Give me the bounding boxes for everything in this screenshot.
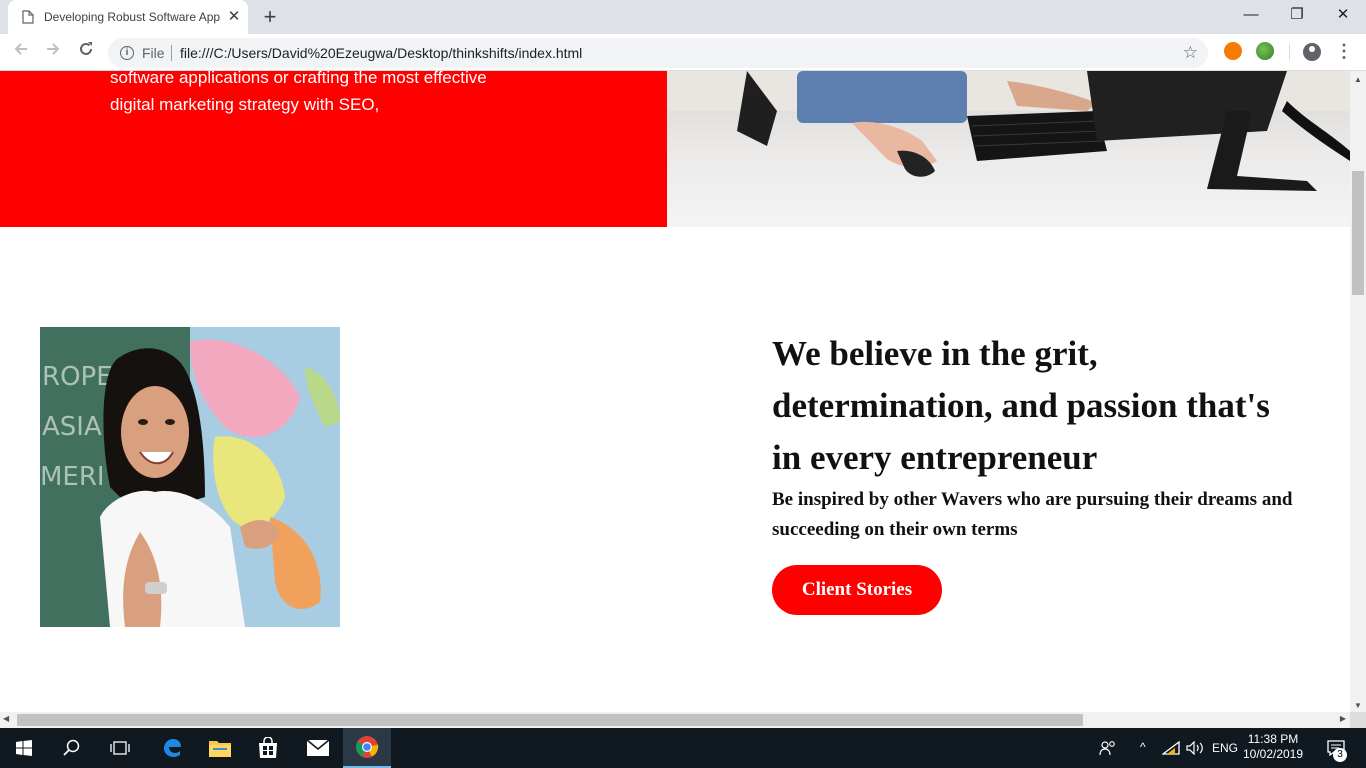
windows-icon [16,740,32,756]
clock[interactable]: 11:38 PM 10/02/2019 [1240,732,1306,762]
reload-icon [80,42,92,55]
notification-count-badge: 3 [1333,748,1347,762]
scroll-down-icon[interactable]: ▼ [1350,701,1366,710]
headline-line: in every entrepreneur [772,438,1098,477]
profile-icon[interactable] [1303,43,1321,61]
scroll-left-icon[interactable]: ◀ [3,714,9,723]
document-icon [22,10,34,24]
teacher-photo: ROPE ASIA MERI [40,327,340,627]
headline-line: determination, and passion that's [772,386,1270,425]
network-button[interactable] [1158,728,1184,768]
scheme-label: File [142,45,165,61]
page-viewport: software applications or crafting the mo… [0,71,1350,712]
hero-text: software applications or crafting the mo… [110,71,580,118]
map-label: ASIA [42,412,102,442]
search-icon [63,739,80,756]
edge-icon [164,739,181,757]
close-window-button[interactable]: ✕ [1320,0,1366,30]
horizontal-scrollbar[interactable]: ◀ ▶ [0,712,1350,728]
wifi-icon [1162,741,1180,755]
people-icon [1099,741,1115,756]
hero-panel: software applications or crafting the mo… [0,71,667,227]
screen: Developing Robust Software App ✕ + — ❐ ✕… [0,0,1366,768]
tab-strip: Developing Robust Software App ✕ + — ❐ ✕ [0,0,1366,34]
map-label: MERI [40,462,105,492]
minimize-button[interactable]: — [1228,0,1274,30]
map-label: ROPE [42,362,113,392]
info-icon[interactable]: i [120,46,134,60]
language-indicator[interactable]: ENG [1212,741,1238,755]
search-button[interactable] [48,728,96,768]
back-arrow-icon [14,43,27,55]
chrome-icon [356,736,379,758]
horizontal-scroll-thumb[interactable] [17,714,1083,726]
section-subhead: Be inspired by other Wavers who are purs… [772,489,1293,540]
office-photo [667,71,1350,227]
browser-toolbar: i File file:///C:/Users/David%20Ezeugwa/… [0,34,1366,71]
store-button[interactable] [244,728,292,768]
toolbar-divider [1289,44,1290,60]
store-icon [259,737,277,758]
volume-button[interactable] [1182,728,1208,768]
taskbar: ^ ENG 11:38 PM 10/02/2019 [0,728,1366,768]
chrome-button[interactable] [343,728,391,768]
hero-line: digital marketing strategy with SEO, [110,95,380,114]
clock-time: 11:38 PM [1247,732,1299,746]
mail-icon [306,739,330,756]
new-tab-button[interactable]: + [260,6,280,28]
extension-globe-icon[interactable] [1256,42,1274,60]
tab-close-icon[interactable]: ✕ [226,9,242,25]
reload-button[interactable] [73,40,99,66]
speaker-icon [1186,741,1203,755]
scroll-up-icon[interactable]: ▲ [1350,75,1366,84]
client-stories-button[interactable]: Client Stories [772,565,942,615]
section-headline: We believe in the grit, determination, a… [772,328,1332,484]
address-bar[interactable]: i File file:///C:/Users/David%20Ezeugwa/… [108,38,1208,68]
people-button[interactable] [1088,728,1128,768]
file-explorer-icon [209,741,231,757]
vertical-scrollbar[interactable]: ▲ ▼ [1350,71,1366,712]
headline-line: We believe in the grit, [772,334,1098,373]
task-view-button[interactable] [96,728,144,768]
kebab-menu-icon[interactable]: ⋮ [1335,40,1353,62]
file-explorer-button[interactable] [196,728,244,768]
forward-arrow-icon [47,43,60,55]
start-button[interactable] [0,728,48,768]
teacher-illustration: ROPE ASIA MERI [40,327,340,627]
laptop-illustration [667,71,1350,191]
browser-tab[interactable]: Developing Robust Software App ✕ [8,0,248,34]
mail-button[interactable] [294,728,342,768]
vertical-scroll-thumb[interactable] [1352,171,1364,295]
bookmark-star-icon[interactable]: ☆ [1183,43,1198,63]
scrollbar-corner [1350,712,1366,728]
extension-icon[interactable] [1224,42,1242,60]
clock-date: 10/02/2019 [1242,747,1304,761]
url-text[interactable]: file:///C:/Users/David%20Ezeugwa/Desktop… [180,45,582,61]
edge-button[interactable] [148,728,196,768]
omnibox-divider [171,45,172,61]
show-hidden-icons-chevron-icon[interactable]: ^ [1140,740,1146,754]
scroll-right-icon[interactable]: ▶ [1340,714,1346,723]
tab-title: Developing Robust Software App [44,10,221,24]
forward-button[interactable] [40,40,66,66]
task-view-icon [110,741,130,755]
hero-line: software applications or crafting the mo… [110,71,487,87]
restore-button[interactable]: ❐ [1274,0,1320,30]
back-button[interactable] [8,40,34,66]
